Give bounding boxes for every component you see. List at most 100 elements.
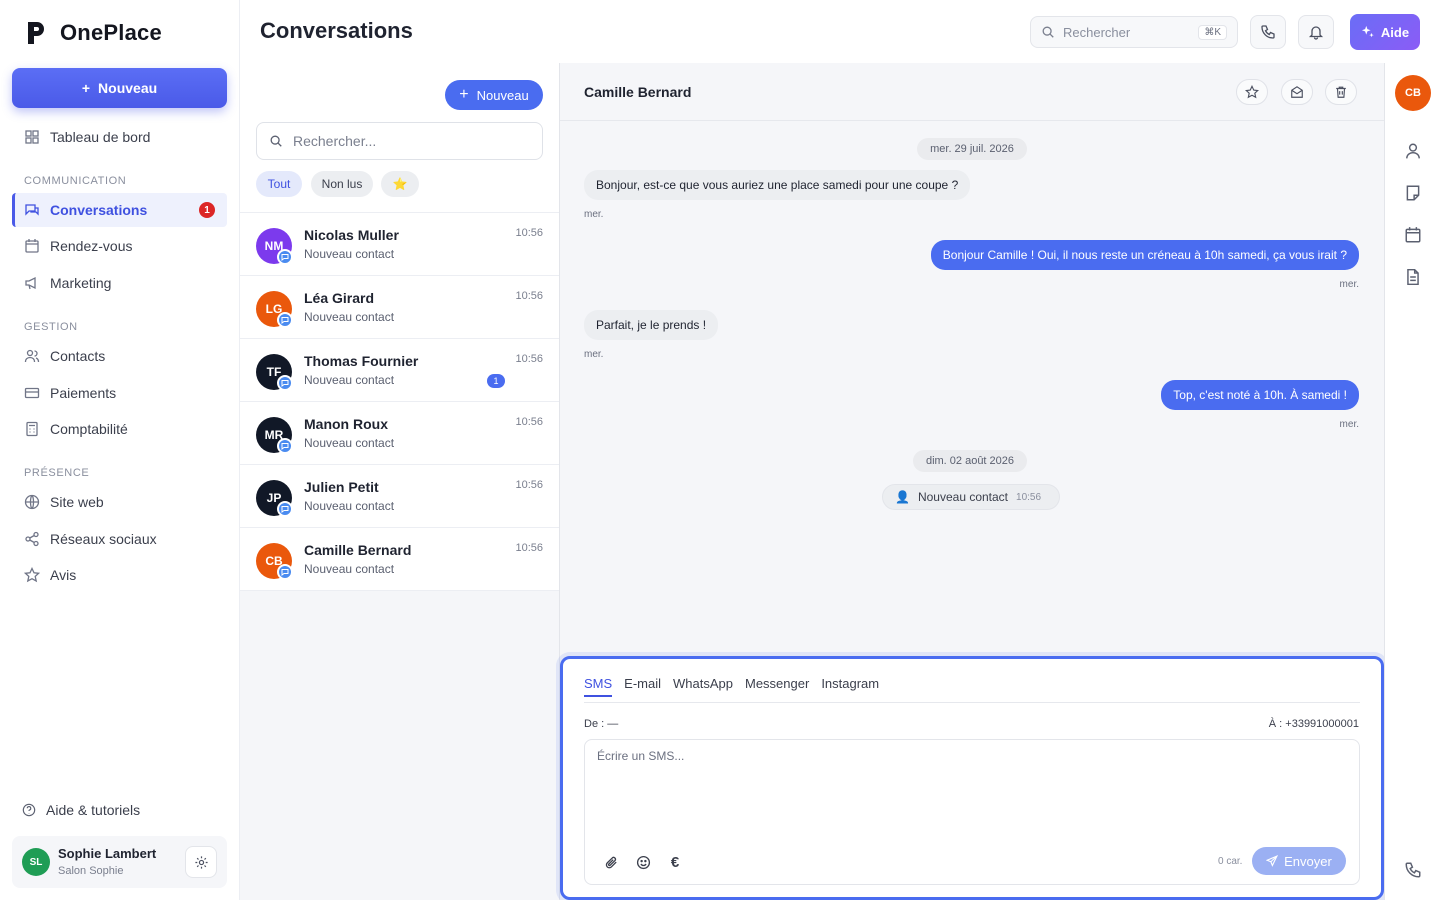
to-label: À : (1268, 718, 1283, 730)
bell-icon (1308, 26, 1324, 40)
sms-channel-icon (277, 375, 293, 391)
search-icon (270, 135, 282, 147)
section-presence: PRÉSENCE (24, 467, 90, 479)
sidebar-item-avis[interactable]: Avis (12, 558, 227, 592)
conversation-preview: Nouveau contact (304, 373, 395, 387)
tab-messenger[interactable]: Messenger (745, 676, 809, 697)
phone-icon[interactable] (1404, 861, 1422, 879)
attach-button[interactable] (602, 853, 620, 871)
date-separator: mer. 29 juil. 2026 (917, 138, 1027, 160)
message-outgoing: Bonjour Camille ! Oui, il nous reste un … (930, 240, 1359, 270)
filter-starred[interactable]: ⭐ (381, 171, 419, 197)
trash-icon (1336, 86, 1346, 98)
send-button[interactable]: Envoyer (1252, 847, 1346, 875)
contact-avatar[interactable]: CB (1395, 75, 1431, 111)
conversation-item[interactable]: MR Manon Roux Nouveau contact 10:56 (240, 402, 559, 465)
conversation-list-toolbar: + Nouveau Rechercher... Tout Non lus ⭐ (240, 63, 559, 213)
sidebar-item-contacts[interactable]: Contacts (12, 339, 227, 373)
new-conversation-button[interactable]: + Nouveau (445, 80, 543, 110)
tab-sms[interactable]: SMS (584, 676, 613, 697)
conversation-time: 10:56 (515, 227, 543, 239)
sidebar: OnePlace + Nouveau Tableau de bord COMMU… (0, 0, 240, 900)
user-icon[interactable] (1404, 142, 1422, 160)
chat-header: Camille Bernard (560, 63, 1384, 121)
calculator-icon (26, 421, 38, 437)
conversation-item[interactable]: CB Camille Bernard Nouveau contact 10:56 (240, 528, 559, 591)
contact-rail: CB (1384, 63, 1440, 900)
tab-email[interactable]: E-mail (624, 676, 661, 697)
help-tutorials-link[interactable]: Aide & tutoriels (22, 802, 140, 818)
star-icon (1245, 85, 1259, 99)
app-name: OnePlace (60, 20, 162, 45)
user-icon: 👤 (895, 490, 910, 504)
event-label: Nouveau contact (917, 490, 1009, 504)
unread-badge: 1 (487, 374, 505, 388)
tab-whatsapp[interactable]: WhatsApp (673, 676, 733, 697)
filter-unread[interactable]: Non lus (311, 171, 373, 197)
conversation-time: 10:56 (515, 479, 543, 491)
sidebar-item-label: Réseaux sociaux (50, 531, 157, 547)
help-button-label: Aide (1380, 24, 1410, 40)
star-button[interactable] (1236, 79, 1268, 105)
sidebar-item-rendezvous[interactable]: Rendez-vous (12, 229, 227, 263)
conversation-name: Manon Roux (304, 416, 388, 432)
sidebar-item-conversations[interactable]: Conversations 1 (12, 193, 227, 227)
sidebar-item-label: Avis (50, 567, 77, 583)
conversation-item[interactable]: NM Nicolas Muller Nouveau contact 10:56 (240, 213, 559, 276)
document-icon[interactable] (1404, 268, 1422, 286)
note-icon[interactable] (1404, 184, 1422, 202)
sidebar-item-paiements[interactable]: Paiements (12, 376, 227, 410)
user-card[interactable]: SL Sophie Lambert Salon Sophie (12, 836, 227, 888)
conversation-item[interactable]: LG Léa Girard Nouveau contact 10:56 (240, 276, 559, 339)
app-logo[interactable]: OnePlace (26, 20, 162, 46)
sidebar-item-marketing[interactable]: Marketing (12, 266, 227, 300)
megaphone-icon (25, 276, 36, 290)
top-header: Conversations Rechercher ⌘K Aide (240, 0, 1440, 63)
sms-channel-icon (277, 564, 293, 580)
tab-instagram[interactable]: Instagram (821, 676, 879, 697)
conversation-list-panel: + Nouveau Rechercher... Tout Non lus ⭐ N… (240, 63, 560, 900)
message-outgoing: Top, c'est noté à 10h. À samedi ! (1161, 380, 1359, 410)
mark-read-button[interactable] (1281, 79, 1313, 105)
grid-icon (25, 130, 39, 144)
search-shortcut: ⌘K (1198, 24, 1227, 40)
message-textarea[interactable]: Écrire un SMS... € 0 car. Envoyer (584, 739, 1360, 885)
from-value: — (607, 718, 619, 730)
message-incoming: Bonjour, est-ce que vous auriez une plac… (584, 170, 971, 200)
sms-channel-icon (277, 249, 293, 265)
star-icon (24, 567, 40, 583)
conversation-search-input[interactable]: Rechercher... (256, 122, 543, 160)
sidebar-item-comptabilite[interactable]: Comptabilité (12, 412, 227, 446)
filter-all[interactable]: Tout (256, 171, 302, 197)
payment-request-button[interactable]: € (666, 853, 684, 871)
users-icon (24, 349, 40, 363)
user-company: Salon Sophie (58, 865, 124, 877)
new-button[interactable]: + Nouveau (12, 68, 227, 108)
date-separator: dim. 02 août 2026 (913, 450, 1027, 472)
from-field[interactable]: De : — (584, 718, 618, 730)
to-value: +33991000001 (1285, 718, 1359, 730)
settings-button[interactable] (185, 846, 217, 878)
emoji-button[interactable] (634, 853, 652, 871)
conversation-item[interactable]: TF Thomas Fournier Nouveau contact 10:56 1 (240, 339, 559, 402)
sidebar-item-siteweb[interactable]: Site web (12, 485, 227, 519)
sms-channel-icon (277, 438, 293, 454)
conversation-name: Léa Girard (304, 290, 375, 306)
sidebar-item-dashboard[interactable]: Tableau de bord (12, 120, 227, 154)
global-search-input[interactable]: Rechercher ⌘K (1030, 16, 1238, 48)
sidebar-item-label: Contacts (50, 348, 106, 364)
new-button-label: Nouveau (98, 80, 158, 96)
channel-tabs: SMS E-mail WhatsApp Messenger Instagram (584, 676, 879, 697)
message-placeholder: Écrire un SMS... (597, 749, 685, 763)
phone-button[interactable] (1250, 15, 1286, 49)
calendar-icon[interactable] (1404, 226, 1422, 244)
logo-icon (28, 22, 44, 44)
calendar-icon (25, 239, 39, 253)
message-incoming: Parfait, je le prends ! (584, 310, 719, 340)
delete-button[interactable] (1325, 79, 1357, 105)
conversation-item[interactable]: JP Julien Petit Nouveau contact 10:56 (240, 465, 559, 528)
notifications-button[interactable] (1298, 15, 1334, 49)
help-button[interactable]: Aide (1350, 14, 1420, 50)
from-label: De : (584, 718, 605, 730)
sidebar-item-reseaux[interactable]: Réseaux sociaux (12, 522, 227, 556)
